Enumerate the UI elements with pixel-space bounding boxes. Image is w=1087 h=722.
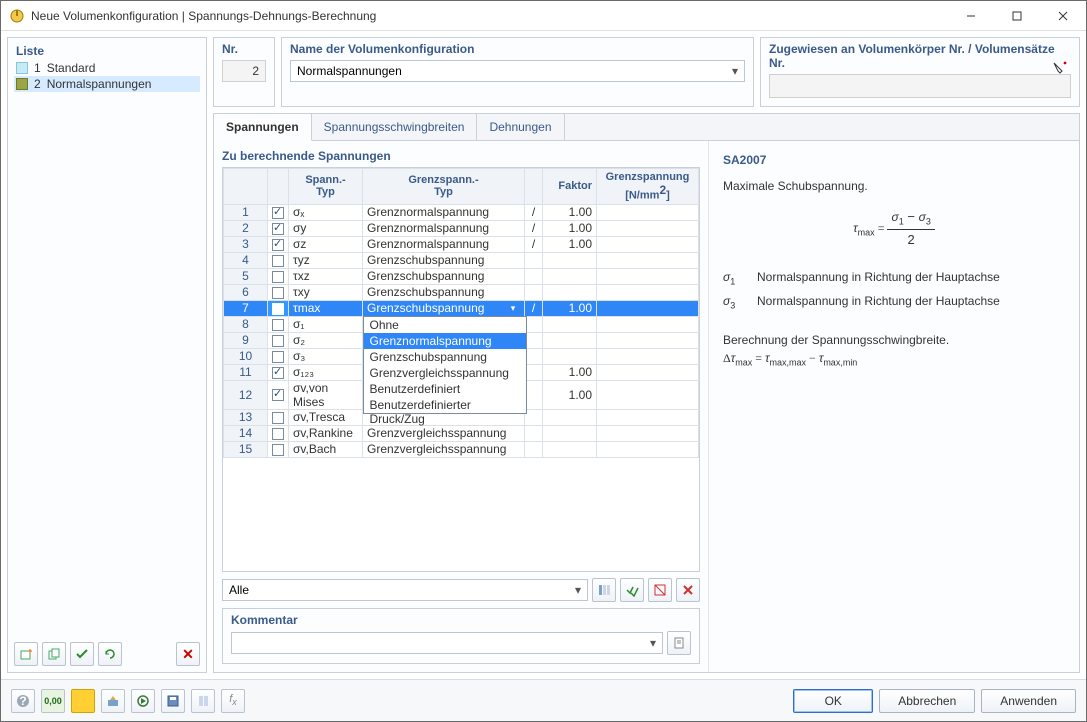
assign-field-box: Zugewiesen an Volumenkörper Nr. / Volume… — [760, 37, 1080, 107]
fx-button[interactable]: fx — [221, 689, 245, 713]
color-swatch-icon — [16, 62, 28, 74]
filter-input[interactable] — [223, 580, 569, 600]
chevron-down-icon[interactable]: ▾ — [569, 580, 587, 600]
table-row[interactable]: 3σzGrenznormalspannung/1.00 — [224, 236, 699, 252]
dropdown-option[interactable]: Grenzvergleichsspannung — [364, 365, 526, 381]
dropdown-option[interactable]: Grenzschubspannung — [364, 349, 526, 365]
sidebar-toolbar: ✕ — [8, 636, 206, 672]
number-field-box: Nr. 2 — [213, 37, 275, 107]
sidebar: Liste 1 Standard 2 Normalspannungen — [7, 37, 207, 673]
tab-spannungen[interactable]: Spannungen — [214, 114, 312, 141]
stress-grid[interactable]: Spann.- Typ Grenzspann.- Typ Faktor Gren… — [222, 167, 700, 572]
chevron-down-icon[interactable]: ▾ — [644, 633, 662, 653]
tab-strip: Spannungen Spannungsschwingbreiten Dehnu… — [214, 114, 1079, 141]
ok-button[interactable]: OK — [793, 689, 873, 713]
tab-schwingbreiten[interactable]: Spannungsschwingbreiten — [312, 114, 478, 140]
color-button[interactable] — [71, 689, 95, 713]
list-item[interactable]: 1 Standard — [14, 60, 200, 76]
chevron-down-icon[interactable]: ▾ — [726, 61, 744, 81]
table-row[interactable]: 1σₓGrenznormalspannung/1.00 — [224, 204, 699, 220]
comment-pick-button[interactable] — [667, 631, 691, 655]
info-title: Maximale Schubspannung. — [723, 177, 1065, 195]
table-row[interactable]: 6τxyGrenzschubspannung — [224, 284, 699, 300]
dropdown-option[interactable]: Grenznormalspannung — [364, 333, 526, 349]
clear-grid-button[interactable] — [676, 578, 700, 602]
config-list[interactable]: 1 Standard 2 Normalspannungen — [8, 60, 206, 636]
sidebar-label: Liste — [8, 38, 206, 60]
pick-button[interactable] — [1051, 60, 1069, 78]
swing-formula: Δτmax = τmax,max − τmax,min — [723, 349, 1065, 370]
new-button[interactable] — [14, 642, 38, 666]
close-button[interactable] — [1040, 1, 1086, 30]
units-button[interactable]: 0,00 — [41, 689, 65, 713]
table-row[interactable]: 15σv,BachGrenzvergleichsspannung — [224, 441, 699, 457]
check-all-button[interactable] — [70, 642, 94, 666]
apply-button[interactable]: Anwenden — [981, 689, 1076, 713]
table-row[interactable]: 4τyzGrenzschubspannung — [224, 252, 699, 268]
check-all-grid-button[interactable] — [620, 578, 644, 602]
number-value: 2 — [222, 60, 266, 82]
name-field-box: Name der Volumenkonfiguration ▾ — [281, 37, 754, 107]
table-row[interactable]: 2σyGrenznormalspannung/1.00 — [224, 220, 699, 236]
save-toolbar-button[interactable] — [161, 689, 185, 713]
table-row[interactable]: 7τmaxGrenzschubspannung▾/1.00 — [224, 300, 699, 316]
list-item[interactable]: 2 Normalspannungen — [14, 76, 200, 92]
dropdown-option[interactable]: Ohne — [364, 317, 526, 333]
help-button[interactable]: ? — [11, 689, 35, 713]
svg-text:?: ? — [19, 694, 26, 708]
table-row[interactable]: 5τxzGrenzschubspannung — [224, 268, 699, 284]
uncheck-all-grid-button[interactable] — [648, 578, 672, 602]
name-combobox[interactable]: ▾ — [290, 60, 745, 82]
limit-type-dropdown[interactable]: OhneGrenznormalspannungGrenzschubspannun… — [363, 316, 527, 414]
name-input[interactable] — [291, 61, 726, 81]
comment-box: Kommentar ▾ — [222, 608, 700, 664]
minimize-button[interactable] — [948, 1, 994, 30]
table-row[interactable]: 14σv,RankineGrenzvergleichsspannung — [224, 425, 699, 441]
dialog-footer: ? 0,00 fx OK Abbrechen Anwenden — [1, 679, 1086, 721]
comment-input[interactable] — [232, 633, 644, 653]
copy-button[interactable] — [42, 642, 66, 666]
comment-combobox[interactable]: ▾ — [231, 632, 663, 654]
tool7-button[interactable] — [191, 689, 215, 713]
title-bar: Neue Volumenkonfiguration | Spannungs-De… — [1, 1, 1086, 31]
dropdown-option[interactable]: Benutzerdefinierter Druck/Zug — [364, 397, 526, 413]
info-pane: SA2007 Maximale Schubspannung. τmax = σ1… — [709, 141, 1079, 672]
app-icon — [9, 8, 25, 24]
tool5-button[interactable] — [131, 689, 155, 713]
refresh-button[interactable] — [98, 642, 122, 666]
info-formula: τmax = σ1 − σ32 — [723, 207, 1065, 250]
assign-input[interactable] — [769, 74, 1071, 98]
dropdown-option[interactable]: Benutzerdefiniert — [364, 381, 526, 397]
filter-combobox[interactable]: ▾ — [222, 579, 588, 601]
info-code: SA2007 — [723, 151, 1065, 169]
color-swatch-icon — [16, 78, 28, 90]
tool4-button[interactable] — [101, 689, 125, 713]
select-column-button[interactable] — [592, 578, 616, 602]
grid-title: Zu berechnende Spannungen — [222, 149, 700, 163]
delete-button[interactable]: ✕ — [176, 642, 200, 666]
dialog-window: Neue Volumenkonfiguration | Spannungs-De… — [0, 0, 1087, 722]
maximize-button[interactable] — [994, 1, 1040, 30]
cancel-button[interactable]: Abbrechen — [879, 689, 975, 713]
window-title: Neue Volumenkonfiguration | Spannungs-De… — [31, 9, 948, 23]
tab-dehnungen[interactable]: Dehnungen — [477, 114, 564, 140]
